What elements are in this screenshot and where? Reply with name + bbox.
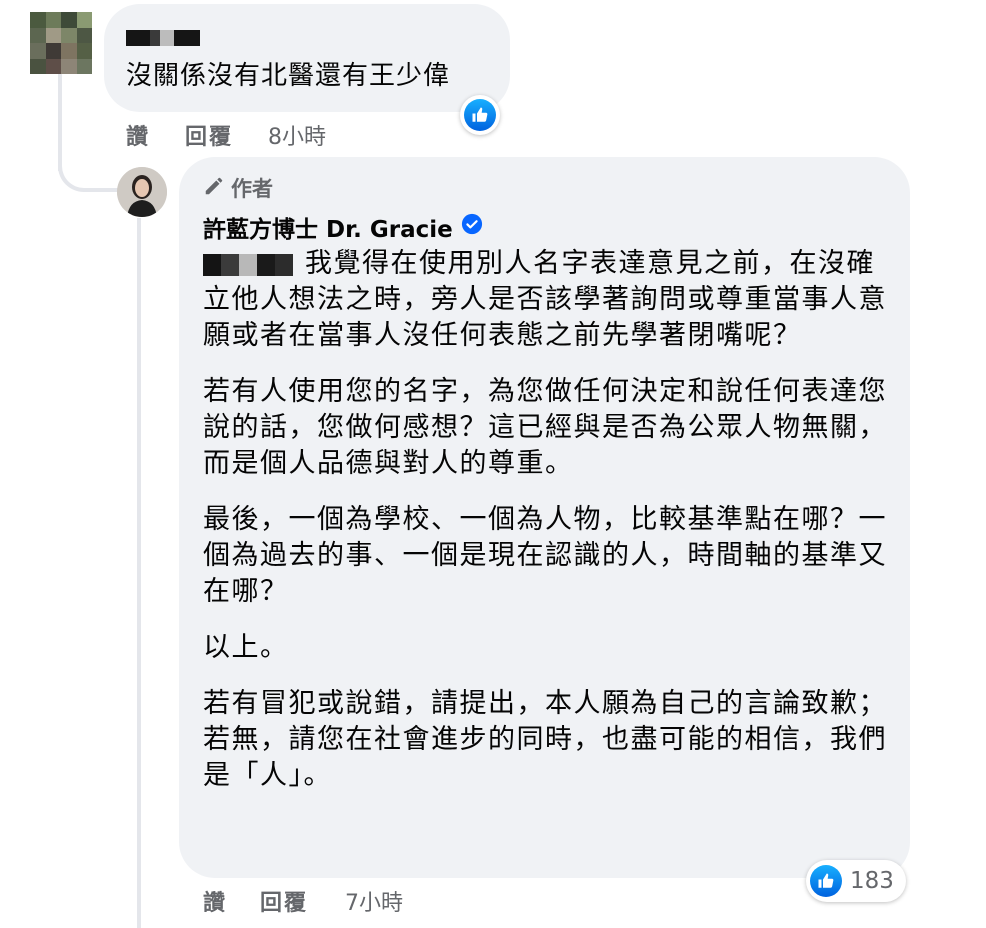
- paragraph: 以上。: [203, 632, 289, 663]
- timestamp[interactable]: 8小時: [268, 119, 326, 151]
- pencil-icon: [203, 175, 225, 202]
- reaction-badge[interactable]: [460, 95, 500, 135]
- reply-button[interactable]: 回覆: [185, 119, 233, 151]
- reaction-count: 183: [850, 868, 894, 894]
- paragraph: 最後，一個為學校、一個為人物，比較基準點在哪？一個為過去的事、一個是現在認識的人…: [203, 504, 887, 607]
- like-button[interactable]: 讚: [203, 885, 227, 917]
- comment-text: 沒關係沒有北醫還有王少偉: [126, 61, 451, 91]
- author-name-text[interactable]: 許藍方博士 Dr. Gracie: [203, 210, 453, 244]
- paragraph: 若有人使用您的名字，為您做任何決定和說任何表達您說的話，您做何感想？這已經與是否…: [203, 376, 887, 479]
- comment-body: 我覺得在使用別人名字表達意見之前，在沒確立他人想法之時，旁人是否該學著詢問或尊重…: [203, 246, 893, 814]
- like-thumb-icon: [810, 865, 842, 897]
- author-avatar[interactable]: [117, 167, 167, 217]
- reaction-count-pill[interactable]: 183: [806, 860, 906, 902]
- author-name[interactable]: 許藍方博士 Dr. Gracie: [203, 210, 483, 244]
- paragraph: 我覺得在使用別人名字表達意見之前，在沒確立他人想法之時，旁人是否該學著詢問或尊重…: [203, 248, 887, 351]
- reply-thread-line: [137, 218, 141, 928]
- author-badge-label: 作者: [231, 177, 273, 201]
- redacted-commenter-name[interactable]: [126, 30, 200, 46]
- paragraph: 若有冒犯或說錯，請提出，本人願為自己的言論致歉；若無，請您在社會進步的同時，也盡…: [203, 688, 887, 791]
- like-thumb-icon: [464, 99, 496, 131]
- timestamp[interactable]: 7小時: [345, 885, 403, 917]
- reply-connector: [58, 140, 118, 192]
- redacted-mention[interactable]: [203, 254, 293, 276]
- like-button[interactable]: 讚: [126, 119, 150, 151]
- verified-badge-icon: [461, 213, 483, 241]
- commenter-avatar[interactable]: [30, 12, 92, 74]
- author-badge: 作者: [203, 173, 273, 203]
- reply-button[interactable]: 回覆: [260, 885, 308, 917]
